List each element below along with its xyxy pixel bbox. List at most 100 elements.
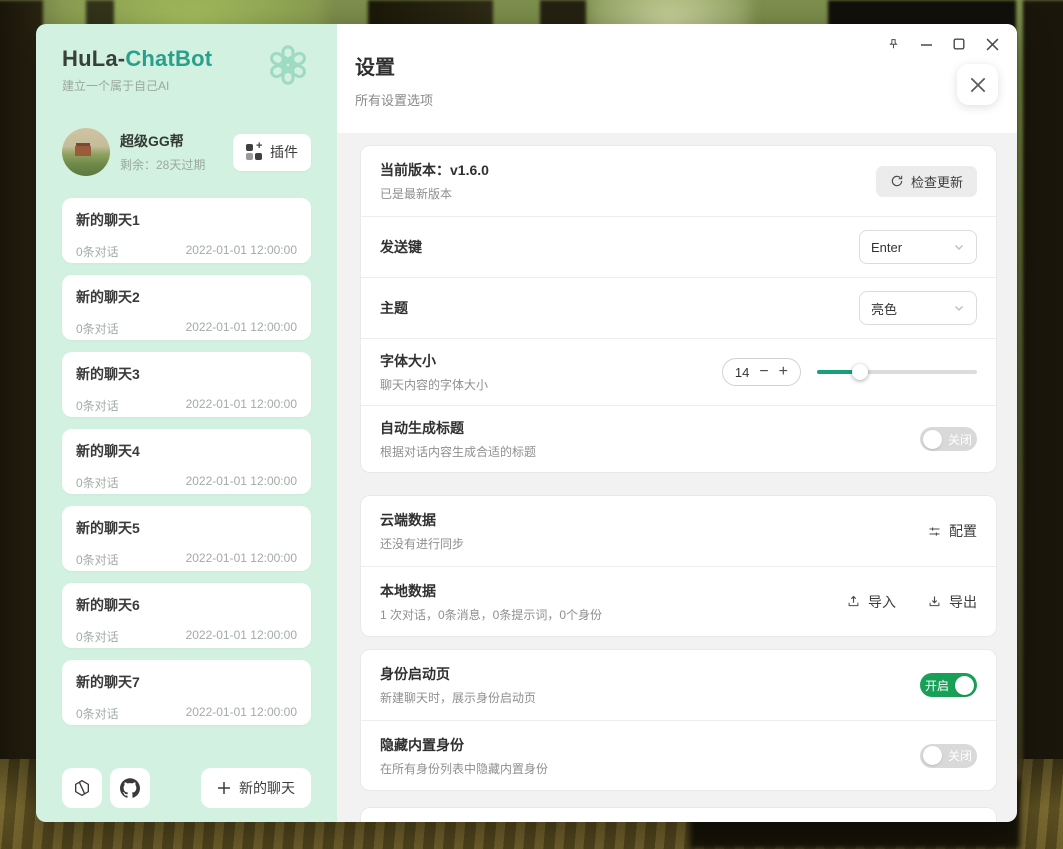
send-key-value: Enter bbox=[871, 240, 902, 255]
font-size-desc: 聊天内容的字体大小 bbox=[380, 376, 488, 393]
send-key-label: 发送键 bbox=[380, 237, 422, 257]
font-size-text: 字体大小 聊天内容的字体大小 bbox=[380, 351, 488, 393]
version-desc: 已是最新版本 bbox=[380, 185, 489, 202]
chat-list-item[interactable]: 新的聊天4 0条对话2022-01-01 12:00:00 bbox=[62, 429, 311, 494]
window-controls bbox=[880, 31, 1005, 57]
mask-splash-label: 身份启动页 bbox=[380, 664, 536, 684]
disable-autocomplete-row: 禁用提示词自动补全 关闭 bbox=[361, 808, 996, 822]
chat-list-item[interactable]: 新的聊天2 0条对话2022-01-01 12:00:00 bbox=[62, 275, 311, 340]
hide-builtin-text: 隐藏内置身份 在所有身份列表中隐藏内置身份 bbox=[380, 735, 548, 777]
auto-title-desc: 根据对话内容生成合适的标题 bbox=[380, 443, 536, 460]
chat-meta: 0条对话2022-01-01 12:00:00 bbox=[76, 551, 297, 568]
chat-list-item[interactable]: 新的聊天3 0条对话2022-01-01 12:00:00 bbox=[62, 352, 311, 417]
local-data-row: 本地数据 1 次对话，0条消息，0条提示词，0个身份 导入 bbox=[361, 566, 996, 636]
maximize-icon bbox=[953, 38, 965, 50]
pin-window-button[interactable] bbox=[880, 31, 906, 57]
decrease-font-button[interactable]: − bbox=[759, 364, 768, 380]
version-row: 当前版本：v1.6.0 已是最新版本 检查更新 bbox=[361, 146, 996, 216]
chat-meta: 0条对话 2022-01-01 12:00:00 bbox=[76, 397, 297, 414]
slider-knob[interactable] bbox=[852, 364, 868, 380]
chat-list-item[interactable]: 新的聊天7 0条对话2022-01-01 12:00:00 bbox=[62, 660, 311, 725]
theme-row: 主题 亮色 bbox=[361, 277, 996, 338]
chat-title: 新的聊天1 bbox=[76, 210, 297, 230]
close-settings-button[interactable] bbox=[957, 64, 998, 105]
font-size-slider[interactable] bbox=[817, 370, 977, 374]
export-button[interactable]: 导出 bbox=[927, 592, 977, 612]
chevron-down-icon bbox=[953, 241, 965, 253]
chat-list: 新的聊天1 0条对话2022-01-01 12:00:00 新的聊天2 0条对话… bbox=[62, 198, 311, 737]
minimize-button[interactable] bbox=[913, 31, 939, 57]
local-data-label: 本地数据 bbox=[380, 581, 602, 601]
cloud-config-button[interactable]: 配置 bbox=[927, 521, 977, 541]
close-icon bbox=[986, 38, 999, 51]
tune-icon bbox=[927, 524, 942, 539]
cloud-data-row: 云端数据 还没有进行同步 配置 bbox=[361, 496, 996, 566]
avatar[interactable] bbox=[62, 128, 110, 176]
font-size-label: 字体大小 bbox=[380, 351, 488, 371]
chat-time: 2022-01-01 12:00:00 bbox=[186, 705, 297, 722]
increase-font-button[interactable]: + bbox=[779, 364, 788, 380]
font-size-row: 字体大小 聊天内容的字体大小 14 − + bbox=[361, 338, 996, 405]
hexagon-slash-icon bbox=[72, 778, 92, 798]
send-key-row: 发送键 Enter bbox=[361, 216, 996, 277]
plugin-button[interactable]: + 插件 bbox=[233, 134, 311, 171]
chat-count: 0条对话 bbox=[76, 705, 119, 722]
mask-splash-desc: 新建聊天时，展示身份启动页 bbox=[380, 689, 536, 706]
theme-select[interactable]: 亮色 bbox=[859, 291, 977, 325]
auto-title-toggle[interactable]: 关闭 bbox=[920, 427, 977, 451]
import-label: 导入 bbox=[868, 592, 896, 612]
chat-title: 新的聊天6 bbox=[76, 595, 297, 615]
refresh-icon bbox=[890, 174, 904, 188]
download-icon bbox=[927, 594, 942, 609]
local-data-actions: 导入 导出 bbox=[846, 592, 977, 612]
settings-panel: 设置 所有设置选项 当前版本：v1.6.0 已是最新版本 bbox=[337, 24, 1017, 822]
chat-list-item[interactable]: 新的聊天1 0条对话2022-01-01 12:00:00 bbox=[62, 198, 311, 263]
hide-builtin-desc: 在所有身份列表中隐藏内置身份 bbox=[380, 760, 548, 777]
profile-expiry: 剩余：28天过期 bbox=[120, 156, 205, 173]
chat-list-item[interactable]: 新的聊天5 0条对话2022-01-01 12:00:00 bbox=[62, 506, 311, 571]
chat-count: 0条对话 bbox=[76, 551, 119, 568]
github-icon bbox=[120, 778, 140, 798]
chat-count: 0条对话 bbox=[76, 628, 119, 645]
plus-icon bbox=[217, 781, 231, 795]
send-key-select[interactable]: Enter bbox=[859, 230, 977, 264]
chat-time: 2022-01-01 12:00:00 bbox=[186, 628, 297, 645]
chat-time: 2022-01-01 12:00:00 bbox=[186, 243, 297, 260]
openai-logo-icon bbox=[265, 42, 311, 88]
profile-row: 超级GG帮 剩余：28天过期 + 插件 bbox=[62, 128, 311, 176]
new-chat-button[interactable]: 新的聊天 bbox=[201, 768, 311, 808]
theme-value: 亮色 bbox=[871, 299, 897, 318]
chat-count: 0条对话 bbox=[76, 397, 119, 414]
plugin-icon: + bbox=[246, 144, 262, 160]
settings-hexagon-button[interactable] bbox=[62, 768, 102, 808]
chat-list-item[interactable]: 新的聊天6 0条对话 2022-01-01 12:00:00 bbox=[62, 583, 311, 648]
close-window-button[interactable] bbox=[979, 31, 1005, 57]
tree-trunk bbox=[1023, 0, 1063, 849]
chat-count: 0条对话 bbox=[76, 320, 119, 337]
export-label: 导出 bbox=[949, 592, 977, 612]
cloud-data-desc: 还没有进行同步 bbox=[380, 535, 464, 552]
github-button[interactable] bbox=[110, 768, 150, 808]
font-size-value: 14 bbox=[735, 365, 749, 380]
chat-time: 2022-01-01 12:00:00 bbox=[186, 397, 297, 414]
hide-builtin-label: 隐藏内置身份 bbox=[380, 735, 548, 755]
settings-header: 设置 所有设置选项 bbox=[337, 24, 1017, 133]
profile-text: 超级GG帮 剩余：28天过期 bbox=[120, 131, 205, 173]
local-data-text: 本地数据 1 次对话，0条消息，0条提示词，0个身份 bbox=[380, 581, 602, 623]
upload-icon bbox=[846, 594, 861, 609]
chat-meta: 0条对话2022-01-01 12:00:00 bbox=[76, 243, 297, 260]
mask-splash-text: 身份启动页 新建聊天时，展示身份启动页 bbox=[380, 664, 536, 706]
chevron-down-icon bbox=[953, 302, 965, 314]
hide-builtin-toggle[interactable]: 关闭 bbox=[920, 744, 977, 768]
maximize-button[interactable] bbox=[946, 31, 972, 57]
check-update-button[interactable]: 检查更新 bbox=[876, 166, 977, 197]
mask-splash-toggle[interactable]: 开启 bbox=[920, 673, 977, 697]
toggle-label: 关闭 bbox=[948, 747, 972, 764]
chat-count: 0条对话 bbox=[76, 474, 119, 491]
chat-title: 新的聊天2 bbox=[76, 287, 297, 307]
version-text: 当前版本：v1.6.0 已是最新版本 bbox=[380, 160, 489, 202]
app-title-accent: ChatBot bbox=[125, 46, 212, 71]
font-size-stepper[interactable]: 14 − + bbox=[722, 358, 801, 386]
cloud-data-label: 云端数据 bbox=[380, 510, 464, 530]
import-button[interactable]: 导入 bbox=[846, 592, 896, 612]
